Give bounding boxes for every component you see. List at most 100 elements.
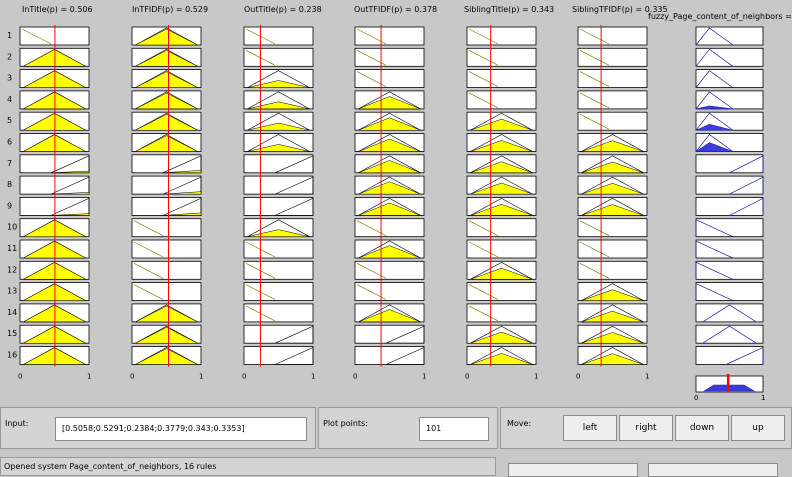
mf-box xyxy=(466,218,537,238)
rule-number: 9 xyxy=(7,201,12,210)
axis-tick-min: 0 xyxy=(130,373,134,381)
input-panel: Input: [0.5058;0.5291;0.2384;0.3779;0.34… xyxy=(0,407,316,449)
output-mf-box xyxy=(695,175,764,195)
mf-box xyxy=(577,260,648,280)
rule-number: 15 xyxy=(7,329,17,338)
mf-box xyxy=(466,69,537,88)
axis-tick-max: 1 xyxy=(199,373,203,381)
mf-box xyxy=(243,26,314,46)
input-label: Input: xyxy=(5,419,29,428)
axis-tick-max: 1 xyxy=(534,373,538,381)
plot-points-label: Plot points: xyxy=(323,419,368,428)
close-button[interactable] xyxy=(648,463,778,477)
axis-tick-min: 0 xyxy=(576,373,580,381)
axis-tick-min: 0 xyxy=(465,373,469,381)
output-mf-box xyxy=(695,346,764,365)
mf-box xyxy=(354,69,425,88)
output-mf-box xyxy=(695,324,764,344)
input-header-1: InTitle(p) = 0.506 xyxy=(22,5,93,14)
rule-number: 14 xyxy=(7,308,17,317)
output-mf-box xyxy=(695,154,764,174)
mf-box xyxy=(577,90,648,110)
rule-number: 12 xyxy=(7,265,17,274)
move-right-button[interactable]: right xyxy=(619,415,673,441)
mf-box xyxy=(354,324,425,344)
rule-number: 3 xyxy=(7,74,12,83)
mf-box xyxy=(354,26,425,46)
input-field[interactable]: [0.5058;0.5291;0.2384;0.3779;0.343;0.335… xyxy=(55,417,307,441)
rule-number: 10 xyxy=(7,223,17,232)
rule-viewer-plot: 123456789101112131415160 1 0 1 0 1 0 1 0 1 0 10 1 xyxy=(7,25,765,402)
mf-box xyxy=(466,282,537,302)
help-button[interactable] xyxy=(508,463,638,477)
move-label: Move: xyxy=(507,419,532,428)
output-mf-box xyxy=(695,282,764,302)
output-mf-box xyxy=(695,218,764,238)
rule-number: 5 xyxy=(7,116,12,125)
rule-number: 13 xyxy=(7,287,17,296)
rule-number: 11 xyxy=(7,244,17,253)
mf-box xyxy=(577,239,648,259)
input-header-2: InTFIDF(p) = 0.529 xyxy=(132,5,209,14)
axis-tick-max: 1 xyxy=(761,394,765,402)
mf-box xyxy=(577,69,648,88)
rule-number: 8 xyxy=(7,180,12,189)
plot-points-panel: Plot points: 101 xyxy=(318,407,498,449)
mf-box xyxy=(131,175,202,195)
rule-number: 16 xyxy=(7,351,17,360)
mf-box xyxy=(354,260,425,280)
mf-box xyxy=(243,239,314,259)
rule-number: 7 xyxy=(7,159,12,168)
mf-box xyxy=(243,47,314,67)
input-header-5: SiblingTitle(p) = 0.343 xyxy=(464,5,555,14)
rule-number: 1 xyxy=(7,31,12,40)
mf-box xyxy=(131,282,202,302)
mf-box xyxy=(131,239,202,259)
mf-box xyxy=(243,324,314,344)
rule-number: 4 xyxy=(7,95,12,104)
mf-box xyxy=(243,154,314,174)
mf-box xyxy=(131,196,202,216)
output-mf-box xyxy=(695,239,764,259)
mf-box xyxy=(354,218,425,238)
rule-number: 2 xyxy=(7,52,12,61)
move-panel: Move: left right down up xyxy=(500,407,792,449)
mf-box xyxy=(577,47,648,67)
axis-tick-min: 0 xyxy=(242,373,246,381)
mf-box xyxy=(466,26,537,46)
mf-box xyxy=(466,47,537,67)
mf-box xyxy=(243,260,314,280)
axis-tick-max: 1 xyxy=(422,373,426,381)
output-mf-box xyxy=(695,196,764,216)
mf-box xyxy=(243,303,314,323)
mf-box xyxy=(466,239,537,259)
mf-box xyxy=(131,218,202,238)
mf-box xyxy=(466,303,537,323)
mf-box xyxy=(243,175,314,195)
output-header: fuzzy_Page_content_of_neighbors = 0 xyxy=(648,12,792,21)
mf-box xyxy=(354,282,425,302)
axis-tick-max: 1 xyxy=(311,373,315,381)
axis-tick-min: 0 xyxy=(353,373,357,381)
axis-tick-max: 1 xyxy=(87,373,91,381)
mf-box xyxy=(577,111,648,131)
mf-box xyxy=(466,90,537,110)
mf-box xyxy=(243,346,314,365)
move-up-button[interactable]: up xyxy=(731,415,785,441)
output-mf-box xyxy=(695,303,764,323)
input-header-3: OutTitle(p) = 0.238 xyxy=(244,5,322,14)
move-down-button[interactable]: down xyxy=(675,415,729,441)
mf-box xyxy=(354,47,425,67)
move-left-button[interactable]: left xyxy=(563,415,617,441)
rule-number: 6 xyxy=(7,138,12,147)
mf-box xyxy=(577,218,648,238)
plot-points-field[interactable]: 101 xyxy=(419,417,489,441)
mf-box xyxy=(243,282,314,302)
mf-box xyxy=(243,196,314,216)
axis-tick-min: 0 xyxy=(18,373,22,381)
axis-tick-min: 0 xyxy=(694,394,698,402)
output-mf-box xyxy=(695,260,764,280)
mf-box xyxy=(131,260,202,280)
mf-box xyxy=(354,346,425,365)
status-text: Opened system Page_content_of_neighbors,… xyxy=(4,462,217,471)
